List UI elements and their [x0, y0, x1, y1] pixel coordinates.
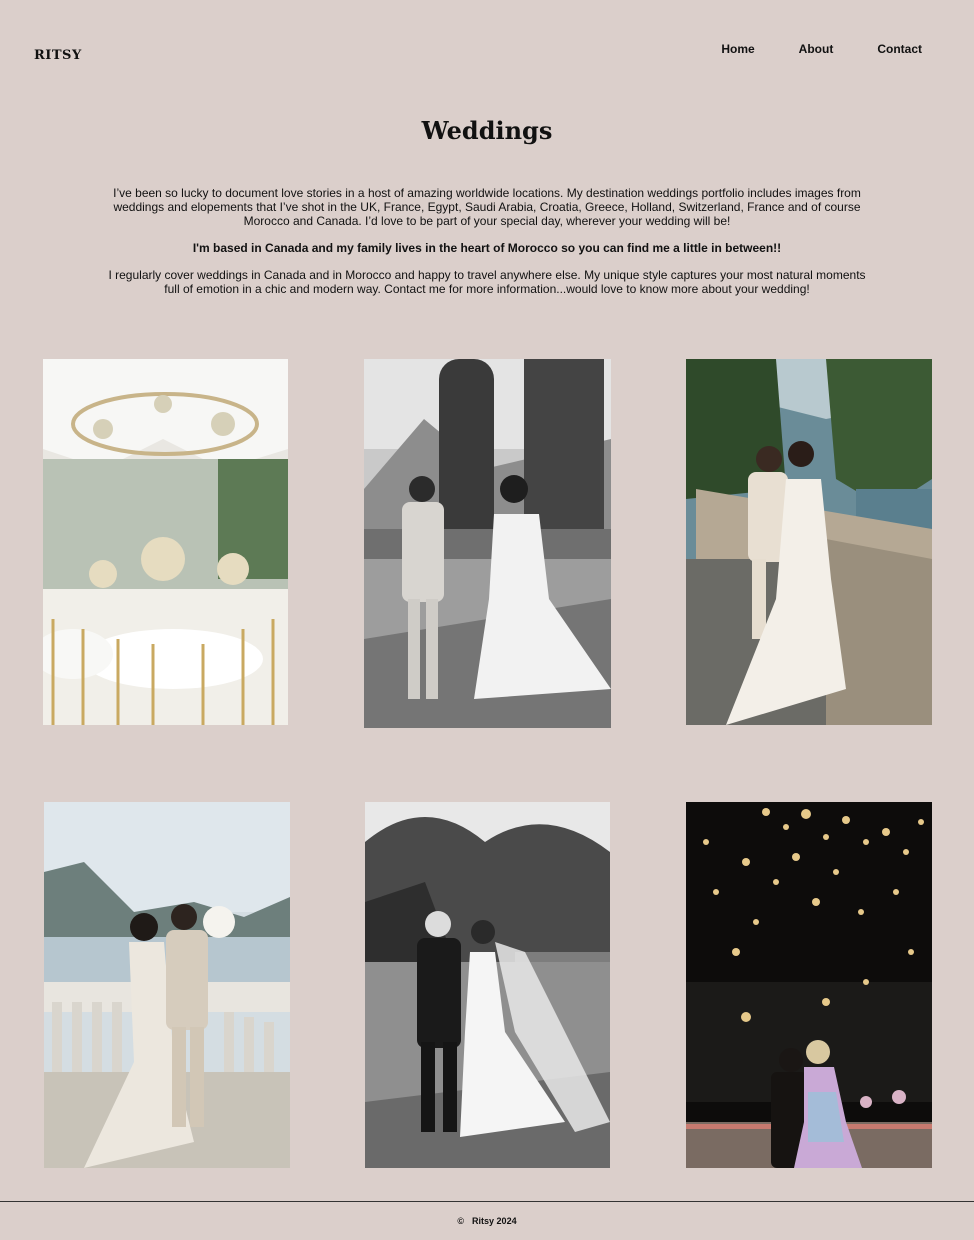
main-nav: Home About Contact — [677, 42, 922, 56]
nav-about-link[interactable]: About — [755, 42, 834, 56]
nav-home-link[interactable]: Home — [677, 42, 754, 56]
nav-contact-link[interactable]: Contact — [833, 42, 922, 56]
couple-holding-hands-bw-photo[interactable] — [364, 359, 611, 728]
couple-on-balcony-photo[interactable] — [686, 359, 932, 725]
site-logo[interactable]: RITSY — [34, 48, 82, 63]
couple-lakeside-photo[interactable] — [44, 802, 290, 1168]
copyright-icon: © — [457, 1216, 465, 1226]
couple-walking-bw-photo[interactable] — [365, 802, 610, 1168]
fireworks-photo[interactable] — [686, 802, 932, 1168]
reception-table-photo[interactable] — [43, 359, 288, 725]
intro-text: I’ve been so lucky to document love stor… — [100, 186, 874, 309]
site-footer: © Ritsy 2024 — [0, 1201, 974, 1240]
footer-text: Ritsy 2024 — [472, 1216, 517, 1226]
page-title: Weddings — [421, 116, 553, 145]
intro-paragraph-2: I'm based in Canada and my family lives … — [192, 241, 782, 255]
intro-paragraph-3: I regularly cover weddings in Canada and… — [108, 268, 866, 296]
intro-paragraph-1: I’ve been so lucky to document love stor… — [113, 186, 861, 228]
